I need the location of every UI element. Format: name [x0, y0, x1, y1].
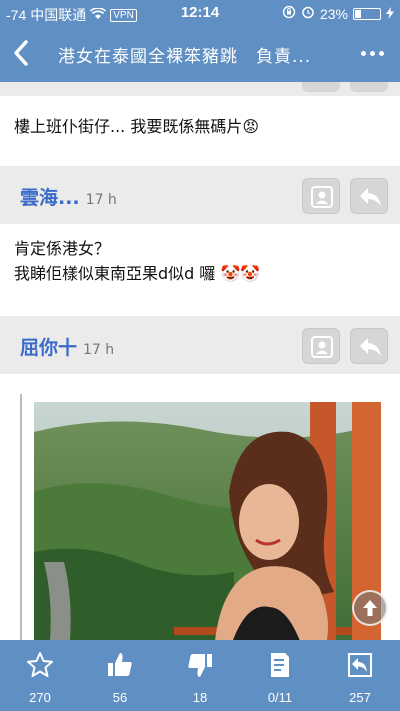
- post-time: 17 h: [85, 192, 117, 208]
- battery-percent: 23%: [319, 5, 348, 22]
- author-name[interactable]: 雲海...: [20, 187, 80, 209]
- scroll-top-button[interactable]: [352, 590, 388, 626]
- profile-button[interactable]: [302, 178, 340, 214]
- post-body: 樓上班仆街仔... 我要既係無碼片😡: [0, 96, 400, 166]
- thumbs-up-icon: [108, 653, 132, 676]
- favorite-count: 270: [29, 690, 51, 705]
- page-button[interactable]: 0/11: [240, 640, 320, 711]
- reply-button[interactable]: [350, 178, 388, 214]
- document-pages-icon: [271, 653, 289, 677]
- post-header: 雲海... 17 h: [0, 166, 400, 224]
- user-profile-icon: [311, 336, 333, 358]
- thread-title: 港女在泰國全裸笨豬跳 負責...: [58, 47, 312, 67]
- rotation-lock-icon: [282, 5, 296, 22]
- user-profile-icon: [311, 186, 333, 208]
- post-text-line: 我睇佢樣似東南亞果d似d 囉 🤡🤡: [14, 264, 261, 283]
- battery-icon: [353, 7, 381, 20]
- post-time: 17 h: [83, 342, 115, 358]
- reply-button[interactable]: [350, 328, 388, 364]
- more-dots-icon: [360, 50, 366, 56]
- page-indicator: 0/11: [267, 690, 293, 705]
- profile-button[interactable]: [302, 328, 340, 364]
- reply-count: 257: [349, 690, 371, 705]
- back-button[interactable]: [10, 38, 40, 70]
- status-bar: -74 中国联通 VPN 12:14 23%: [0, 0, 400, 26]
- favorite-button[interactable]: 270: [0, 640, 80, 711]
- post-text-line: 肯定係港女？: [14, 239, 111, 258]
- post-header-partial: [0, 82, 400, 96]
- more-button[interactable]: [354, 40, 390, 66]
- bottom-toolbar: 270 56 18 0/11 257: [0, 640, 400, 711]
- dislike-count: 18: [192, 690, 208, 705]
- reply-arrow-icon: [360, 188, 381, 206]
- post-photo[interactable]: [34, 402, 381, 640]
- profile-button-partial[interactable]: [302, 82, 340, 92]
- dislike-button[interactable]: 18: [160, 640, 240, 711]
- reply-button-partial[interactable]: [350, 82, 388, 92]
- post-body: 肯定係港女？ 我睇佢樣似東南亞果d似d 囉 🤡🤡: [0, 224, 400, 316]
- like-count: 56: [112, 690, 128, 705]
- thumbs-down-icon: [188, 654, 212, 677]
- nav-bar: 港女在泰國全裸笨豬跳 負責...: [0, 26, 400, 82]
- arrow-up-icon: [363, 600, 377, 616]
- author-name[interactable]: 屈你十: [20, 337, 77, 359]
- like-button[interactable]: 56: [80, 640, 160, 711]
- reply-arrow-icon: [360, 338, 381, 356]
- alarm-icon: [301, 5, 315, 22]
- charging-icon: [386, 6, 394, 22]
- thread-content[interactable]: 樓上班仆街仔... 我要既係無碼片😡 雲海... 17 h 肯定係港女？ 我睇佢樣…: [0, 82, 400, 640]
- chevron-left-icon: [14, 40, 28, 66]
- quote-rule: [20, 394, 22, 640]
- photo-image: [34, 402, 381, 640]
- star-icon: [27, 652, 53, 677]
- reply-icon: [348, 653, 372, 677]
- post-header: 屈你十 17 h: [0, 316, 400, 374]
- reply-thread-button[interactable]: 257: [320, 640, 400, 711]
- post-text: 樓上班仆街仔... 我要既係無碼片😡: [14, 117, 260, 136]
- post-image-container: [14, 394, 386, 640]
